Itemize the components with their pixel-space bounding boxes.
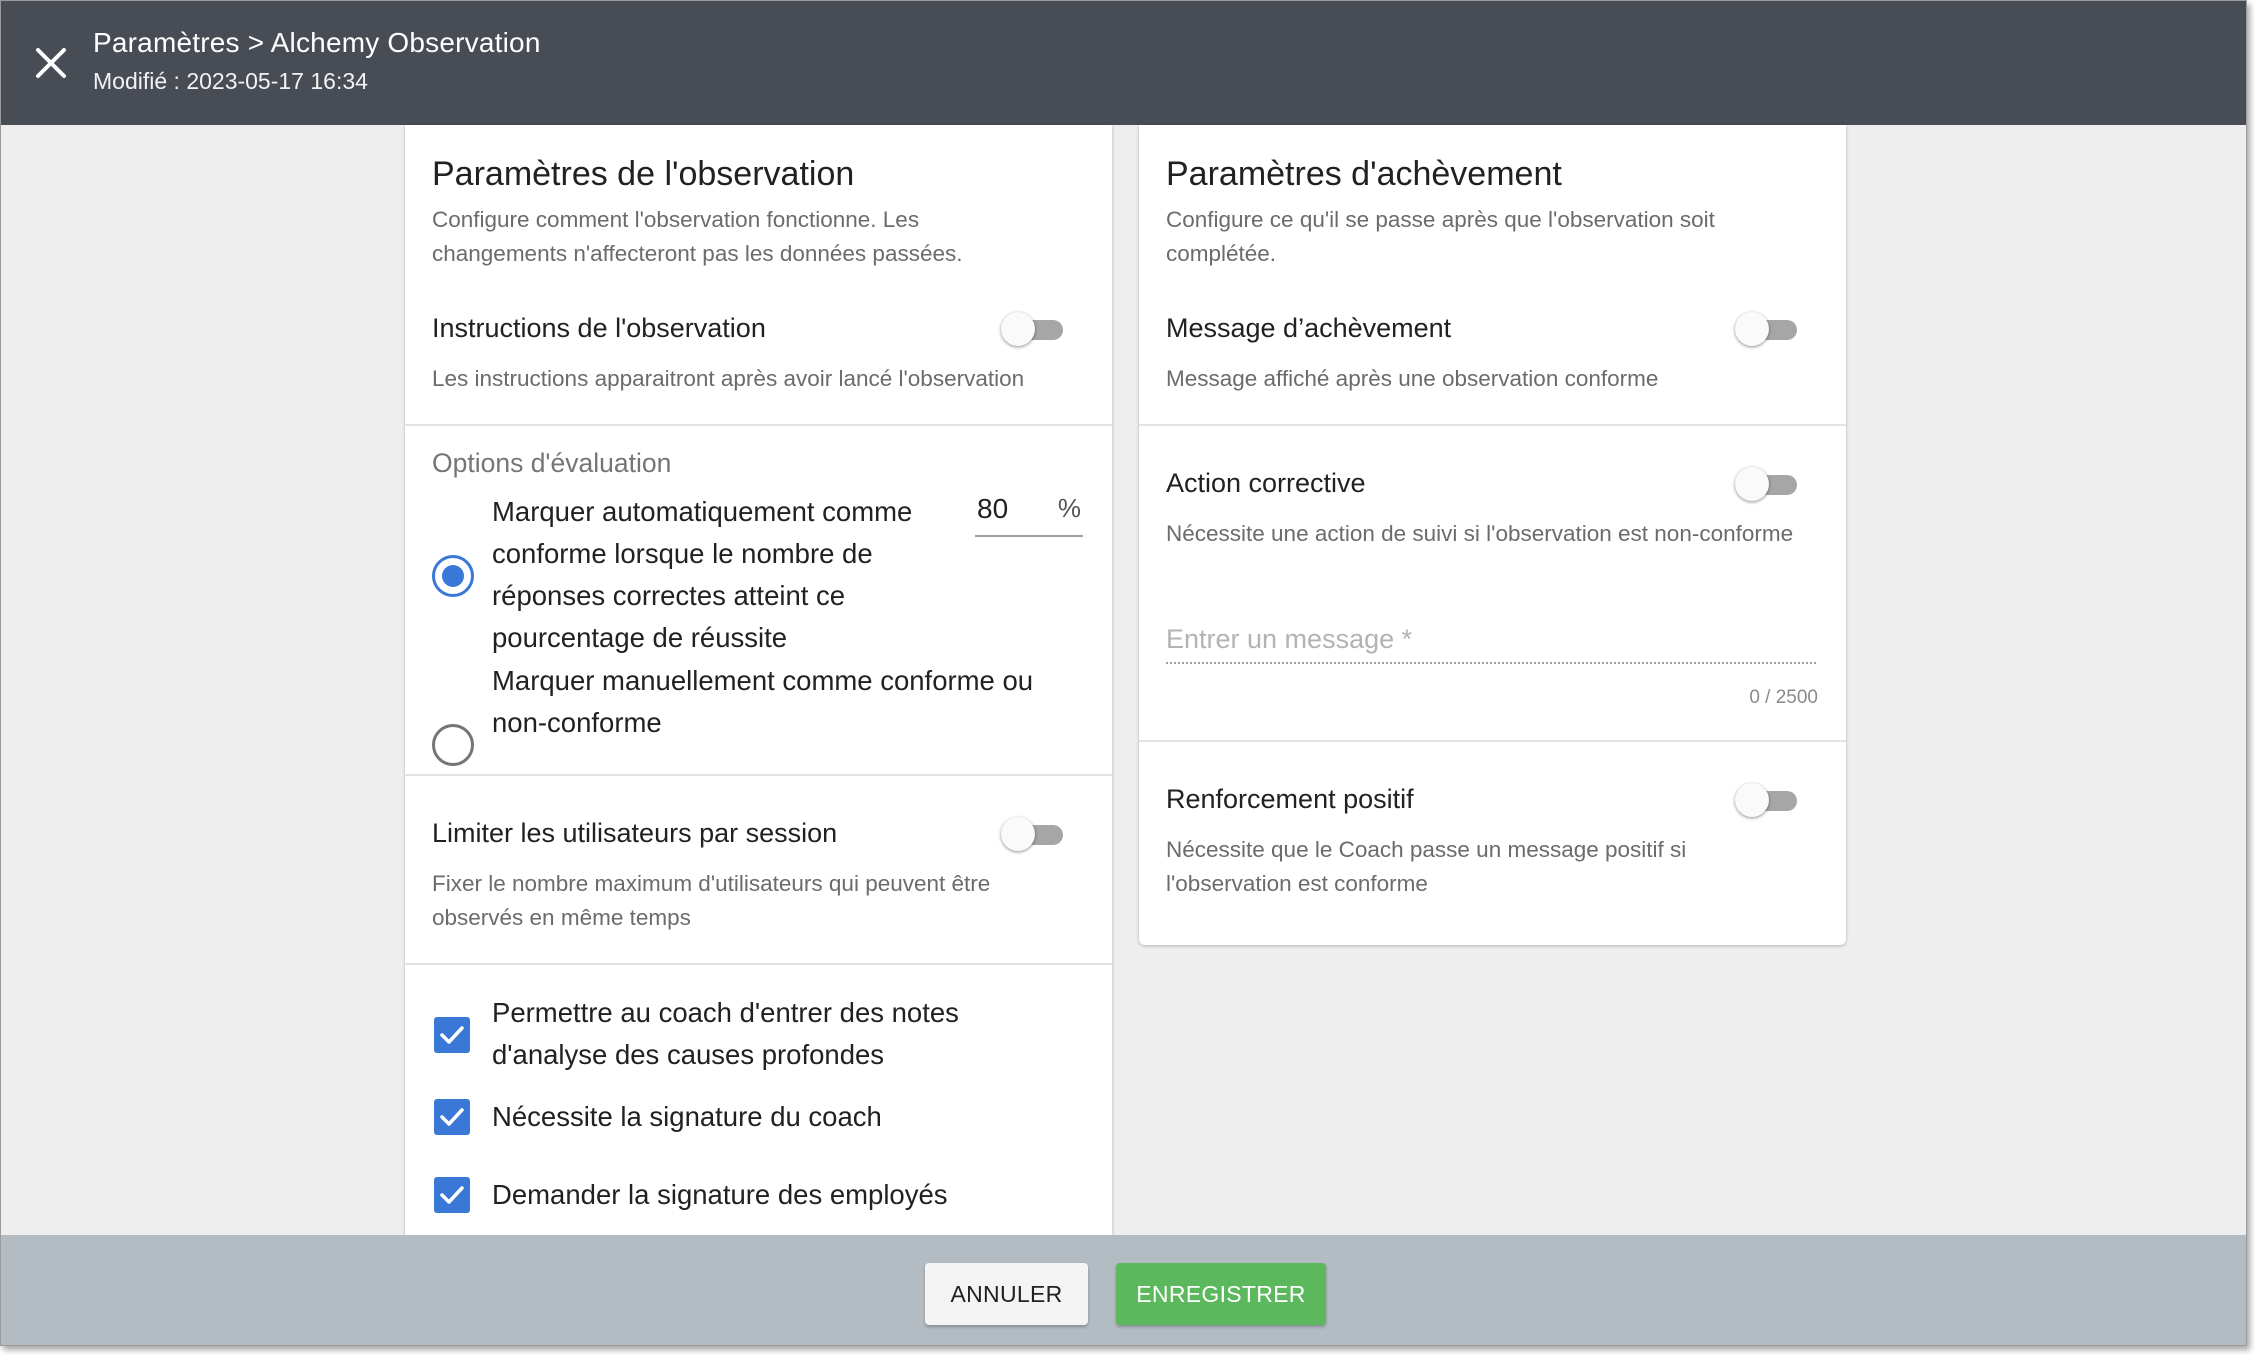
manual-compliance-radio[interactable]	[432, 724, 474, 766]
percent-unit: %	[1057, 493, 1081, 523]
positive-reinforcement-label: Renforcement positif	[1166, 784, 1414, 814]
positive-reinforcement-description: Nécessite que le Coach passe un message …	[1166, 837, 1687, 896]
header-bar: Paramètres > Alchemy Observation Modifié…	[1, 1, 2246, 125]
modified-timestamp: Modifié : 2023-05-17 16:34	[93, 68, 368, 94]
corrective-action-section: Action corrective Nécessite une action d…	[1139, 426, 1846, 742]
completion-message-section: Paramètres d'achèvement Configure ce qu'…	[1139, 125, 1846, 426]
corrective-message-input[interactable]	[1166, 616, 1816, 662]
completion-message-toggle[interactable]	[1735, 310, 1797, 346]
root-cause-checkbox[interactable]	[434, 1017, 470, 1053]
root-cause-label: Permettre au coach d'entrer des notes d'…	[492, 997, 959, 1070]
coach-options-section: Permettre au coach d'entrer des notes d'…	[405, 965, 1112, 1235]
observation-settings-card: Paramètres de l'observation Configure co…	[405, 125, 1112, 1235]
corrective-action-description: Nécessite une action de suivi si l'obser…	[1166, 521, 1794, 546]
settings-window: Paramètres > Alchemy Observation Modifié…	[0, 0, 2247, 1346]
auto-compliance-label: Marquer automatiquement comme conforme l…	[492, 496, 913, 653]
character-counter: 0 / 2500	[1749, 687, 1818, 708]
positive-reinforcement-toggle[interactable]	[1735, 781, 1797, 817]
completion-settings-description: Configure ce qu'il se passe après que l'…	[1166, 207, 1715, 266]
footer-bar: ANNULER ENREGISTRER	[1, 1235, 2246, 1345]
limit-users-toggle[interactable]	[1001, 815, 1063, 851]
pass-percentage-field[interactable]: 80 %	[975, 487, 1083, 537]
coach-signature-checkbox[interactable]	[434, 1099, 470, 1135]
observation-settings-section: Paramètres de l'observation Configure co…	[405, 125, 1112, 426]
manual-compliance-label: Marquer manuellement comme conforme ou n…	[492, 665, 1034, 738]
completion-message-description: Message affiché après une observation co…	[1166, 366, 1659, 391]
instructions-toggle[interactable]	[1001, 310, 1063, 346]
completion-settings-card: Paramètres d'achèvement Configure ce qu'…	[1139, 125, 1846, 945]
save-button[interactable]: ENREGISTRER	[1116, 1263, 1326, 1325]
corrective-action-toggle[interactable]	[1735, 465, 1797, 501]
instructions-description: Les instructions apparaitront après avoi…	[432, 366, 1025, 391]
completion-message-label: Message d’achèvement	[1166, 313, 1452, 343]
employee-signature-label: Demander la signature des employés	[492, 1179, 948, 1210]
corrective-message-field[interactable]	[1166, 616, 1816, 664]
auto-compliance-radio[interactable]	[432, 555, 474, 597]
page-title: Paramètres > Alchemy Observation	[93, 27, 541, 58]
pass-percentage-value[interactable]: 80	[977, 493, 1008, 525]
corrective-action-label: Action corrective	[1166, 468, 1366, 498]
evaluation-options-section: Options d'évaluation Marquer automatique…	[405, 426, 1112, 776]
coach-signature-label: Nécessite la signature du coach	[492, 1101, 882, 1132]
instructions-label: Instructions de l'observation	[432, 313, 766, 343]
observation-settings-title: Paramètres de l'observation	[432, 155, 855, 193]
positive-reinforcement-section: Renforcement positif Nécessite que le Co…	[1139, 742, 1846, 945]
observation-settings-description: Configure comment l'observation fonction…	[432, 207, 963, 266]
cancel-button[interactable]: ANNULER	[925, 1263, 1088, 1325]
employee-signature-checkbox[interactable]	[434, 1177, 470, 1213]
close-icon[interactable]	[25, 37, 77, 89]
completion-settings-title: Paramètres d'achèvement	[1166, 155, 1562, 193]
limit-users-description: Fixer le nombre maximum d'utilisateurs q…	[432, 871, 991, 930]
evaluation-options-title: Options d'évaluation	[432, 448, 672, 478]
limit-users-section: Limiter les utilisateurs par session Fix…	[405, 776, 1112, 965]
limit-users-label: Limiter les utilisateurs par session	[432, 818, 838, 848]
